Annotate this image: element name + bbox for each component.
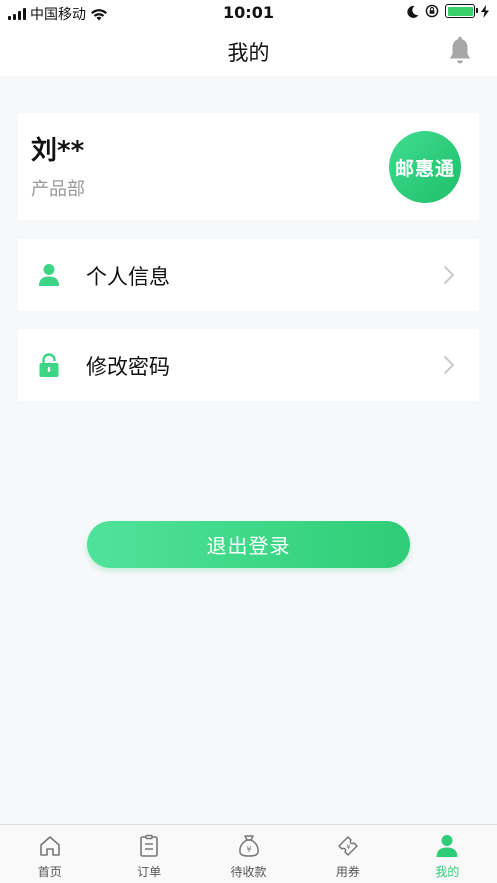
app-logo: 邮惠通 bbox=[389, 131, 461, 203]
tab-home[interactable]: 首页 bbox=[0, 825, 99, 883]
menu-item-change-password[interactable]: 修改密码 bbox=[18, 329, 479, 401]
bell-icon[interactable] bbox=[447, 36, 473, 66]
logout-button[interactable]: 退出登录 bbox=[87, 521, 410, 568]
tab-orders[interactable]: 订单 bbox=[99, 825, 198, 883]
tab-coupons[interactable]: ¥ 用券 bbox=[298, 825, 397, 883]
tab-label: 我的 bbox=[435, 865, 460, 879]
battery-icon bbox=[445, 4, 478, 18]
tab-label: 订单 bbox=[137, 865, 162, 879]
menu-item-personal-info[interactable]: 个人信息 bbox=[18, 239, 479, 311]
chevron-right-icon bbox=[443, 265, 455, 285]
rotation-lock-icon bbox=[425, 4, 439, 18]
home-icon bbox=[39, 836, 60, 856]
svg-text:¥: ¥ bbox=[346, 843, 351, 851]
person-icon bbox=[436, 835, 458, 857]
status-bar: 中国移动 10:01 bbox=[0, 0, 497, 26]
moon-icon bbox=[407, 5, 419, 18]
tab-receivables[interactable]: ¥ 待收款 bbox=[199, 825, 298, 883]
lock-icon bbox=[39, 353, 59, 377]
person-icon bbox=[39, 264, 59, 286]
status-right bbox=[407, 4, 489, 18]
menu-item-label: 个人信息 bbox=[86, 265, 170, 289]
tab-bar: 首页 订单 ¥ 待收款 ¥ 用券 我的 bbox=[0, 824, 497, 883]
menu-item-label: 修改密码 bbox=[86, 355, 170, 379]
page-title: 我的 bbox=[227, 41, 270, 65]
app-logo-text: 邮惠通 bbox=[394, 157, 455, 180]
charging-icon bbox=[481, 4, 489, 18]
user-department: 产品部 bbox=[31, 179, 85, 200]
tab-label: 待收款 bbox=[230, 865, 267, 879]
profile-card: 刘** 产品部 邮惠通 bbox=[18, 113, 479, 220]
nav-bar: 我的 bbox=[0, 26, 497, 76]
clipboard-icon bbox=[140, 834, 158, 857]
svg-text:¥: ¥ bbox=[246, 845, 251, 854]
tab-label: 首页 bbox=[37, 865, 62, 879]
chevron-right-icon bbox=[443, 355, 455, 375]
tab-mine[interactable]: 我的 bbox=[398, 825, 497, 883]
coupon-icon: ¥ bbox=[338, 836, 358, 856]
user-name: 刘** bbox=[31, 136, 85, 166]
tab-label: 用券 bbox=[335, 865, 360, 879]
money-bag-icon: ¥ bbox=[238, 835, 259, 857]
